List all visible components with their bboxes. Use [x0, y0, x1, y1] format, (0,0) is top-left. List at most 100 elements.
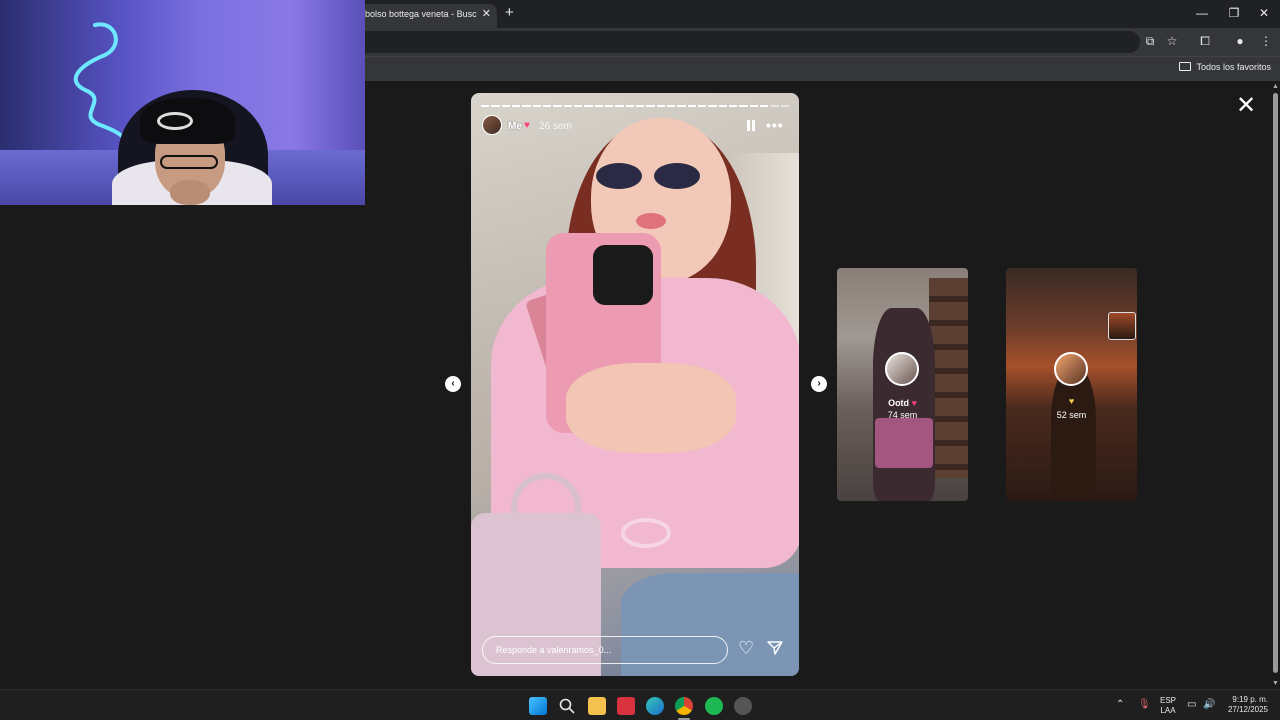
preview-timestamp: 74 sem: [887, 410, 918, 420]
story-sunglasses: [596, 163, 706, 189]
scroll-thumb[interactable]: [1273, 93, 1278, 673]
cast-icon[interactable]: ⧉: [1142, 34, 1158, 49]
story-progress-segment: [666, 105, 676, 107]
clock-time: 9:19 p. m.: [1232, 695, 1268, 704]
close-window-button[interactable]: ✕: [1254, 6, 1274, 20]
restore-button[interactable]: ❐: [1224, 6, 1244, 20]
story-progress-segment: [770, 105, 779, 107]
story-avatar[interactable]: [482, 115, 502, 135]
preview-silhouette: [1051, 368, 1096, 501]
story-progress-segment: [615, 105, 624, 107]
story-progress-segment: [542, 105, 552, 107]
close-stories-button[interactable]: ✕: [1236, 94, 1256, 118]
story-progress-bar: [481, 105, 789, 107]
language-code: ESP: [1160, 696, 1177, 705]
story-progress-segment: [491, 105, 500, 107]
story-progress-segment: [481, 105, 490, 107]
story-preview-card-ootd[interactable]: Ootd ♥ 74 sem: [837, 268, 968, 501]
story-progress-segment: [728, 105, 738, 107]
chrome-browser-icon[interactable]: [675, 697, 693, 715]
tab-close-icon[interactable]: ✕: [482, 7, 491, 20]
previous-story-arrow[interactable]: ‹: [445, 376, 461, 392]
browser-tab[interactable]: bolso bottega veneta - Buscar ✕: [355, 4, 497, 28]
heart-emoji-icon: ♥: [1068, 396, 1075, 406]
story-progress-segment: [522, 105, 531, 107]
story-progress-segment: [687, 105, 696, 107]
story-media[interactable]: Me ♥ 26 sem ••• Responde a valenramos_0.…: [471, 93, 799, 676]
heart-like-icon[interactable]: ♡: [738, 638, 754, 658]
keyboard-layout: LAA: [1160, 706, 1176, 715]
story-timestamp: 26 sem: [539, 121, 572, 132]
system-clock[interactable]: 9:19 p. m. 27/12/2025: [1222, 695, 1268, 715]
story-progress-segment: [573, 105, 583, 107]
story-progress-segment: [604, 105, 614, 107]
story-preview-card-sunset[interactable]: ♥ 52 sem: [1006, 268, 1137, 501]
story-progress-segment: [625, 105, 634, 107]
preview-music-thumbnail: [1108, 312, 1136, 340]
story-progress-segment: [511, 105, 521, 107]
pause-icon[interactable]: [746, 120, 756, 132]
input-language-indicator[interactable]: ESP LAA: [1160, 696, 1176, 716]
minimize-button[interactable]: —: [1192, 6, 1212, 20]
story-progress-segment: [553, 105, 562, 107]
network-icon[interactable]: ▭: [1187, 699, 1196, 710]
edge-browser-icon[interactable]: [646, 697, 664, 715]
next-story-arrow[interactable]: ›: [811, 376, 827, 392]
story-progress-segment: [501, 105, 510, 107]
tray-chevron-up-icon[interactable]: ⌃: [1116, 699, 1124, 710]
story-progress-segment: [584, 105, 593, 107]
search-icon[interactable]: [558, 697, 576, 715]
all-favorites-folder[interactable]: Todos los favoritos: [1179, 62, 1271, 72]
preview-title: Ootd ♥: [888, 398, 917, 408]
new-tab-button[interactable]: +: [505, 5, 514, 21]
preview-timestamp: 52 sem: [1056, 410, 1087, 420]
story-progress-segment: [532, 105, 541, 107]
webcam-glasses: [160, 155, 218, 169]
heart-emoji-icon: ♥: [911, 398, 917, 408]
story-hands: [566, 363, 736, 453]
story-progress-segment: [677, 105, 686, 107]
reply-input[interactable]: Responde a valenramos_0...: [482, 636, 728, 664]
story-progress-segment: [749, 105, 758, 107]
extensions-icon[interactable]: ⧠: [1197, 34, 1213, 49]
volume-icon[interactable]: 🔊: [1203, 699, 1215, 710]
spotify-icon[interactable]: [705, 697, 723, 715]
microphone-icon[interactable]: 🎙: [1138, 699, 1151, 710]
file-explorer-icon[interactable]: [588, 697, 606, 715]
story-progress-segment: [697, 105, 707, 107]
all-favorites-label: Todos los favoritos: [1196, 62, 1271, 72]
story-progress-segment: [656, 105, 665, 107]
story-progress-segment: [563, 105, 572, 107]
scroll-down-icon[interactable]: ▼: [1272, 680, 1279, 687]
folder-icon: [1179, 62, 1192, 71]
profile-avatar[interactable]: ●: [1232, 34, 1248, 48]
webcam-hat-logo: [157, 112, 193, 130]
heart-emoji-icon: ♥: [524, 120, 530, 131]
scroll-up-icon[interactable]: ▲: [1272, 83, 1279, 90]
streaming-app-icon[interactable]: [617, 697, 635, 715]
story-progress-segment: [718, 105, 727, 107]
bookmark-star-icon[interactable]: ☆: [1164, 34, 1180, 48]
webcam-hand: [170, 180, 210, 205]
settings-app-icon[interactable]: [734, 697, 752, 715]
browser-menu-icon[interactable]: ⋮: [1258, 34, 1274, 48]
clock-date: 27/12/2025: [1227, 705, 1268, 714]
story-progress-segment: [646, 105, 655, 107]
story-progress-segment: [780, 105, 789, 107]
preview-skirt: [875, 418, 933, 468]
tab-title: bolso bottega veneta - Buscar: [365, 9, 477, 19]
send-icon[interactable]: [767, 640, 783, 656]
story-progress-segment: [635, 105, 645, 107]
story-lips: [636, 213, 666, 229]
webcam-overlay: [0, 0, 365, 205]
more-options-icon[interactable]: •••: [766, 117, 784, 133]
story-username[interactable]: Me: [508, 121, 522, 132]
page-scrollbar[interactable]: ▲ ▼: [1270, 81, 1280, 689]
windows-taskbar: ⌃ 🎙 ESP LAA ▭ 🔊 9:19 p. m. 27/12/2025: [0, 689, 1280, 720]
story-progress-segment: [708, 105, 717, 107]
address-bar[interactable]: [300, 31, 1140, 53]
windows-start-icon[interactable]: [529, 697, 547, 715]
preview-avatar: [885, 352, 919, 386]
story-progress-segment: [739, 105, 748, 107]
preview-avatar: [1054, 352, 1088, 386]
